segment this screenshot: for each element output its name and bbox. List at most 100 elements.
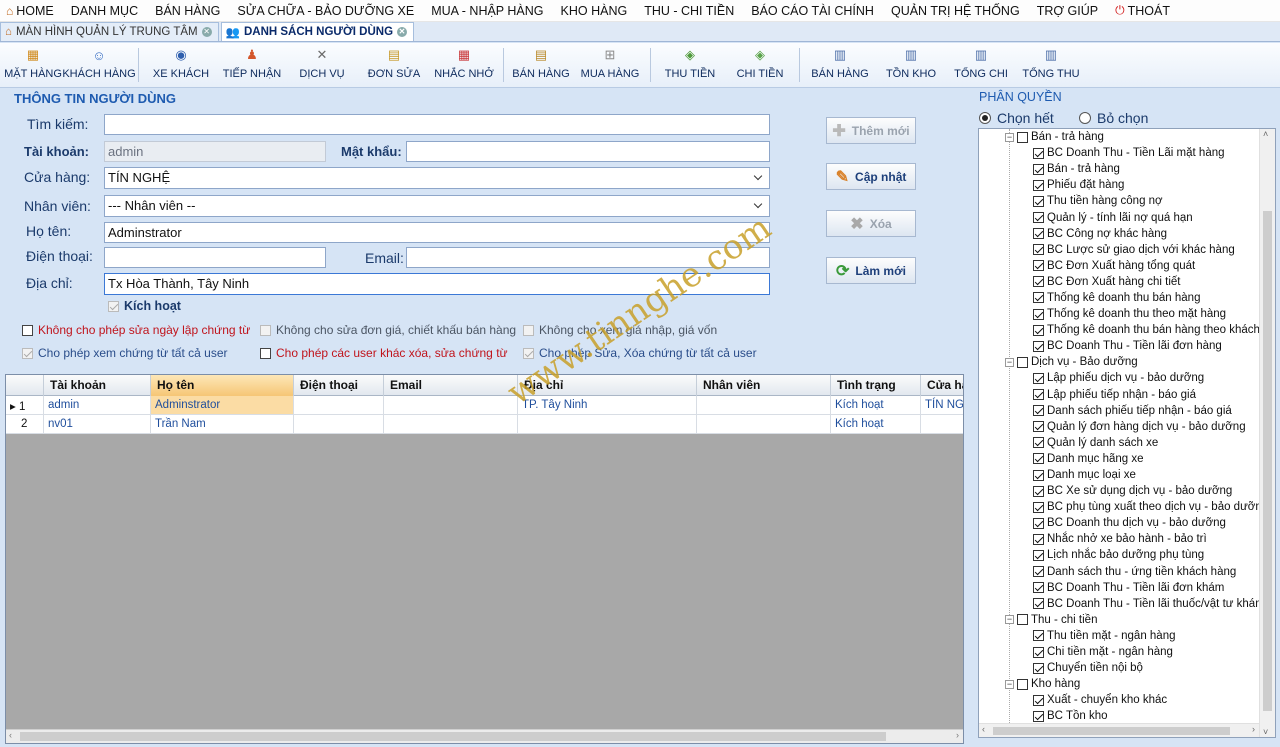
scroll-up-icon[interactable]: ˄ <box>1263 129 1268 139</box>
toolbar-button-3[interactable]: ♟ TIẾP NHẬN <box>219 43 285 87</box>
scroll-left-icon[interactable]: ‹ <box>982 724 985 734</box>
tree-item[interactable]: BC Doanh Thu - Tiền lãi đơn khám <box>979 580 1259 596</box>
tree-checkbox[interactable] <box>1033 501 1044 513</box>
menu-item-2[interactable]: BÁN HÀNG <box>155 4 220 18</box>
menu-item-3[interactable]: SỬA CHỮA - BẢO DƯỠNG XE <box>237 4 414 18</box>
scroll-down-icon[interactable]: ˅ <box>1263 727 1268 737</box>
tree-checkbox[interactable] <box>1033 485 1044 497</box>
tab-central-management[interactable]: ⌂ MÀN HÌNH QUẢN LÝ TRUNG TÂM ✕ <box>0 22 219 41</box>
menu-item-7[interactable]: BÁO CÁO TÀI CHÍNH <box>751 4 874 18</box>
toolbar-button-4[interactable]: ✕ DỊCH VỤ <box>285 43 359 87</box>
cell-status[interactable]: Kích hoạt <box>831 415 921 434</box>
tree-item[interactable]: Lịch nhắc bảo dưỡng phụ tùng <box>979 547 1259 563</box>
store-select[interactable]: TÍN NGHỆ <box>104 167 770 189</box>
toolbar-button-7[interactable]: ▤ BÁN HÀNG <box>508 43 574 87</box>
toolbar-button-0[interactable]: ▦ MẶT HÀNG <box>2 43 64 87</box>
tree-item[interactable]: Xuất - chuyển kho khác <box>979 692 1259 708</box>
tree-checkbox[interactable] <box>1033 244 1044 256</box>
tree-item[interactable]: BC Doanh Thu - Tiền lãi đơn hàng <box>979 338 1259 354</box>
tree-checkbox[interactable] <box>1033 533 1044 545</box>
tree-checkbox[interactable] <box>1033 179 1044 191</box>
tree-checkbox[interactable] <box>1017 678 1028 690</box>
tree-checkbox[interactable] <box>1033 260 1044 272</box>
column-header[interactable]: Cửa hà <box>921 375 963 396</box>
column-header[interactable]: Điện thoại <box>294 375 384 396</box>
tree-item[interactable]: Quản lý - tính lãi nợ quá hạn <box>979 209 1259 225</box>
tree-item[interactable]: Thống kê doanh thu theo mặt hàng <box>979 306 1259 322</box>
tree-item[interactable]: Thu tiền mặt - ngân hàng <box>979 628 1259 644</box>
close-icon[interactable]: ✕ <box>397 27 408 37</box>
cell-address[interactable] <box>518 415 697 434</box>
tree-group[interactable]: − Bán - trả hàng <box>979 129 1259 145</box>
toolbar-button-9[interactable]: ◈ THU TIỀN <box>655 43 725 87</box>
refresh-button[interactable]: ⟳ Làm mới <box>826 257 916 284</box>
tree-checkbox[interactable] <box>1033 228 1044 240</box>
tree-item[interactable]: Chi tiền mặt - ngân hàng <box>979 644 1259 660</box>
tree-item[interactable]: Lập phiếu tiếp nhận - báo giá <box>979 387 1259 403</box>
column-header[interactable]: Email <box>384 375 518 396</box>
tree-checkbox[interactable] <box>1017 356 1028 368</box>
option-checkbox-4[interactable]: Cho phép các user khác xóa, sửa chứng từ <box>260 346 508 360</box>
menu-item-9[interactable]: TRỢ GIÚP <box>1037 4 1098 18</box>
tree-item[interactable]: BC Đơn Xuất hàng chi tiết <box>979 274 1259 290</box>
column-header[interactable]: Tình trạng <box>831 375 921 396</box>
option-checkbox-1[interactable]: Không cho sửa đơn giá, chiết khấu bán hà… <box>260 323 516 337</box>
toolbar-button-11[interactable]: ▥ BÁN HÀNG <box>804 43 876 87</box>
tree-item[interactable]: Thống kê doanh thu bán hàng theo khách h… <box>979 322 1275 338</box>
column-header[interactable]: Tài khoản <box>44 375 151 396</box>
cell-store[interactable]: TÍN NGH <box>921 396 963 415</box>
cell-phone[interactable] <box>294 415 384 434</box>
tree-item[interactable]: Lập phiếu dịch vụ - bảo dưỡng <box>979 370 1259 386</box>
tree-checkbox[interactable] <box>1033 212 1044 224</box>
update-button[interactable]: ✎ Cập nhật <box>826 163 916 190</box>
tree-checkbox[interactable] <box>1033 308 1044 320</box>
tree-item[interactable]: Phiếu đặt hàng <box>979 177 1259 193</box>
tree-item[interactable]: Danh mục hãng xe <box>979 451 1259 467</box>
scrollbar-thumb[interactable] <box>993 727 1230 735</box>
tree-group[interactable]: − Kho hàng <box>979 676 1259 692</box>
active-checkbox[interactable]: Kích hoạt <box>108 299 181 313</box>
tree-item[interactable]: BC phụ tùng xuất theo dịch vụ - bảo dưỡn… <box>979 499 1268 515</box>
tree-item[interactable]: Bán - trả hàng <box>979 161 1259 177</box>
toolbar-button-10[interactable]: ◈ CHI TIỀN <box>725 43 795 87</box>
tree-checkbox[interactable] <box>1017 614 1028 626</box>
table-row[interactable]: 2 nv01 Trần Nam Kích hoạt <box>6 415 963 434</box>
toolbar-button-14[interactable]: ▥ TỔNG THU <box>1016 43 1086 87</box>
menu-item-4[interactable]: MUA - NHẬP HÀNG <box>431 4 543 18</box>
scroll-left-icon[interactable]: ‹ <box>9 730 12 740</box>
tree-group[interactable]: − Thu - chi tiền <box>979 612 1259 628</box>
menu-item-6[interactable]: THU - CHI TIỀN <box>644 4 734 18</box>
menu-item-0[interactable]: ⌂ HOME <box>6 4 54 18</box>
column-header[interactable]: Nhân viên <box>697 375 831 396</box>
tree-checkbox[interactable] <box>1033 662 1044 674</box>
tree-item[interactable]: Thống kê doanh thu bán hàng <box>979 290 1259 306</box>
toolbar-button-8[interactable]: ⊞ MUA HÀNG <box>574 43 646 87</box>
scrollbar-thumb[interactable] <box>20 732 886 741</box>
tree-item[interactable]: Thu tiền hàng công nợ <box>979 193 1259 209</box>
cell-phone[interactable] <box>294 396 384 415</box>
tree-checkbox[interactable] <box>1033 549 1044 561</box>
tree-checkbox[interactable] <box>1033 517 1044 529</box>
tree-checkbox[interactable] <box>1033 453 1044 465</box>
cell-name[interactable]: Adminstrator <box>151 396 294 415</box>
tree-checkbox[interactable] <box>1033 340 1044 352</box>
tree-item[interactable]: Quản lý danh sách xe <box>979 435 1259 451</box>
tree-checkbox[interactable] <box>1033 437 1044 449</box>
tree-checkbox[interactable] <box>1017 131 1028 143</box>
toolbar-button-2[interactable]: ◉ XE KHÁCH <box>143 43 219 87</box>
tree-item[interactable]: BC Lược sử giao dịch với khác hàng <box>979 242 1259 258</box>
collapse-icon[interactable]: − <box>1005 615 1014 625</box>
grid-horizontal-scrollbar[interactable]: ‹ › <box>6 729 963 743</box>
scrollbar-thumb[interactable] <box>1263 211 1272 711</box>
tree-group[interactable]: − Dịch vụ - Bảo dưỡng <box>979 354 1259 370</box>
tree-checkbox[interactable] <box>1033 566 1044 578</box>
cell-employee[interactable] <box>697 415 831 434</box>
toolbar-button-6[interactable]: ▦ NHẮC NHỞ <box>429 43 499 87</box>
tree-checkbox[interactable] <box>1033 421 1044 433</box>
tree-checkbox[interactable] <box>1033 646 1044 658</box>
tree-item[interactable]: BC Xe sử dụng dịch vụ - bảo dưỡng <box>979 483 1259 499</box>
tree-vertical-scrollbar[interactable]: ˄ ˅ <box>1259 129 1275 737</box>
toolbar-button-12[interactable]: ▥ TỒN KHO <box>876 43 946 87</box>
toolbar-button-13[interactable]: ▥ TỔNG CHI <box>946 43 1016 87</box>
option-checkbox-0[interactable]: Không cho phép sửa ngày lập chứng từ <box>22 323 250 337</box>
